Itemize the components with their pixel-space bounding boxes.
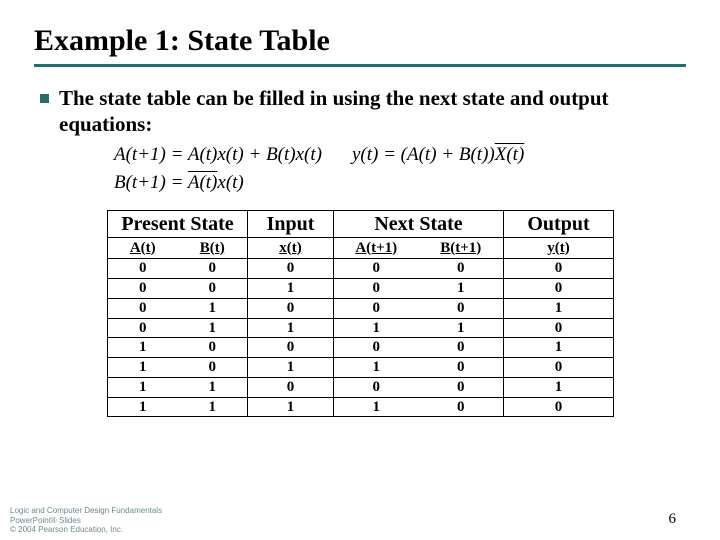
cell: 1 [504,338,614,358]
cell: 1 [419,279,504,299]
table-row: 1 0 1 1 0 0 [108,358,614,378]
title-underline [34,64,686,67]
cell: 0 [419,259,504,279]
table-row: 0 0 0 0 0 0 [108,259,614,279]
cell: 0 [419,358,504,378]
bullet-item: The state table can be filled in using t… [34,85,686,138]
cell: 1 [334,358,419,378]
cell: 1 [108,377,178,397]
sub-header-a-t1: A(t+1) [334,237,419,259]
table-row: 1 1 1 1 0 0 [108,397,614,417]
cell: 0 [248,298,334,318]
cell: 1 [178,318,248,338]
table-row: 0 1 1 1 1 0 [108,318,614,338]
cell: 0 [334,338,419,358]
cell: 1 [108,358,178,378]
table-row: 1 1 0 0 0 1 [108,377,614,397]
page-title: Example 1: State Table [34,24,686,58]
footer-line-1: Logic and Computer Design Fundamentals [10,506,162,515]
cell: 0 [178,338,248,358]
equation-b-next: B(t+1) = A(t)x(t) [114,172,244,194]
cell: 1 [504,377,614,397]
cell: 0 [108,279,178,299]
cell: 0 [178,279,248,299]
cell: 0 [108,259,178,279]
cell: 1 [178,298,248,318]
state-table-wrap: Present State Input Next State Output A(… [107,210,613,418]
cell: 0 [248,338,334,358]
state-table-body: 0 0 0 0 0 0 0 0 1 0 1 0 0 1 [108,259,614,417]
equation-b-prefix: B(t+1) = [114,172,188,193]
table-row: 0 1 0 0 0 1 [108,298,614,318]
cell: 0 [334,298,419,318]
group-header-present-state: Present State [108,210,248,237]
table-row: 0 0 1 0 1 0 [108,279,614,299]
equation-y-bar: X(t) [495,144,525,165]
page-number: 6 [669,511,677,528]
cell: 0 [504,358,614,378]
cell: 1 [334,318,419,338]
sub-header-y-t: y(t) [504,237,614,259]
bullet-square-icon [40,94,49,103]
cell: 1 [248,358,334,378]
equation-a-next: A(t+1) = A(t)x(t) + B(t)x(t) [114,144,322,166]
cell: 0 [334,377,419,397]
equation-b-suffix: x(t) [217,172,243,193]
cell: 0 [504,318,614,338]
equation-y-prefix: y(t) = (A(t) + B(t)) [352,144,495,165]
cell: 1 [178,377,248,397]
cell: 1 [504,298,614,318]
footer-credits: Logic and Computer Design Fundamentals P… [10,506,162,534]
cell: 1 [178,397,248,417]
slide: Example 1: State Table The state table c… [0,0,720,417]
group-header-output: Output [504,210,614,237]
sub-header-x-t: x(t) [248,237,334,259]
cell: 0 [419,298,504,318]
cell: 0 [248,259,334,279]
cell: 0 [334,259,419,279]
cell: 0 [334,279,419,299]
cell: 1 [248,279,334,299]
sub-header-b-t1: B(t+1) [419,237,504,259]
group-header-input: Input [248,210,334,237]
sub-header-b-t: B(t) [178,237,248,259]
table-group-header-row: Present State Input Next State Output [108,210,614,237]
cell: 0 [108,318,178,338]
equations-block: A(t+1) = A(t)x(t) + B(t)x(t) y(t) = (A(t… [34,144,686,194]
cell: 0 [504,279,614,299]
cell: 0 [504,259,614,279]
cell: 0 [419,397,504,417]
cell: 1 [334,397,419,417]
cell: 1 [248,318,334,338]
cell: 0 [419,377,504,397]
group-header-next-state: Next State [334,210,504,237]
cell: 0 [178,358,248,378]
equation-y-output: y(t) = (A(t) + B(t))X(t) [352,144,524,166]
cell: 0 [178,259,248,279]
cell: 0 [419,338,504,358]
state-table: Present State Input Next State Output A(… [107,210,614,418]
cell: 0 [108,298,178,318]
cell: 1 [419,318,504,338]
footer-line-3: © 2004 Pearson Education, Inc. [10,525,162,534]
cell: 0 [504,397,614,417]
equation-b-bar: A(t) [188,172,218,193]
cell: 1 [108,338,178,358]
cell: 0 [248,377,334,397]
bullet-text: The state table can be filled in using t… [59,85,686,138]
sub-header-a-t: A(t) [108,237,178,259]
table-sub-header-row: A(t) B(t) x(t) A(t+1) B(t+1) y(t) [108,237,614,259]
cell: 1 [108,397,178,417]
table-row: 1 0 0 0 0 1 [108,338,614,358]
cell: 1 [248,397,334,417]
footer-line-2: PowerPoint® Slides [10,516,162,525]
